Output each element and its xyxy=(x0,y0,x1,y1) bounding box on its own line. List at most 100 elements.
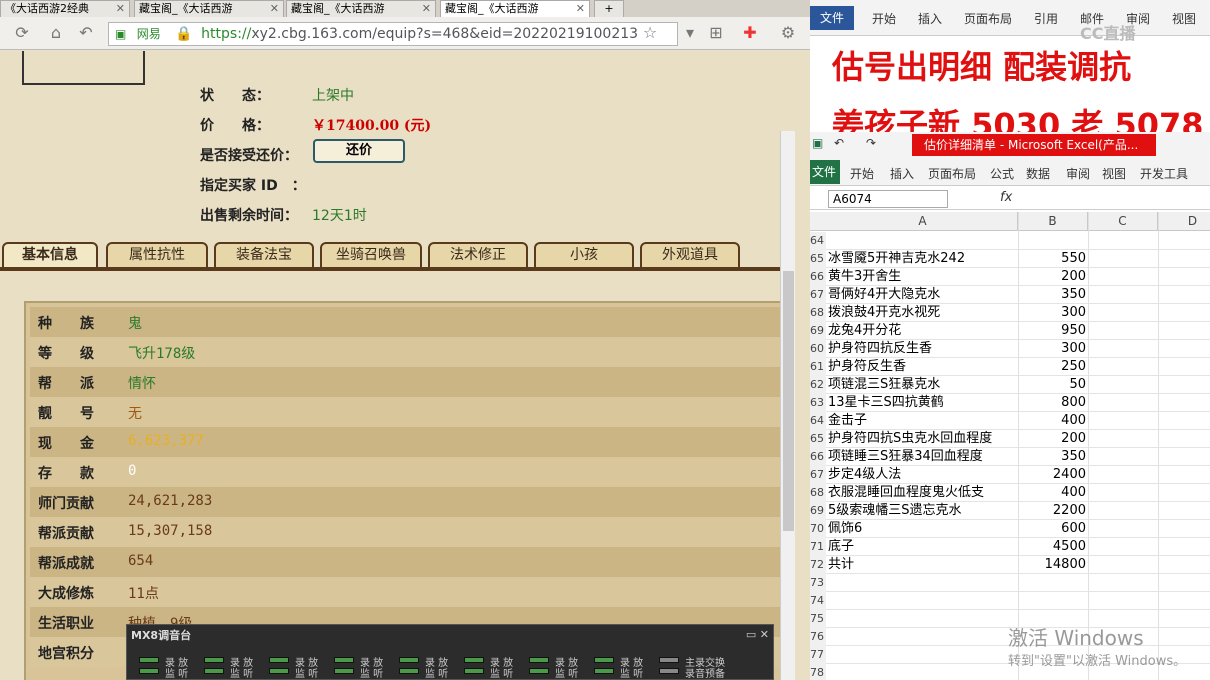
sheet-row[interactable]: 62 项链混三S狂暴克水 50 xyxy=(810,376,1210,394)
star-icon[interactable]: ☆ xyxy=(640,23,660,43)
new-tab-button[interactable]: + xyxy=(594,0,624,17)
browser-tab-4[interactable]: 藏宝阁_《大话西游 ✕ xyxy=(440,0,590,17)
cell-a[interactable]: 冰雪魇5开神吉克水242 xyxy=(828,250,965,268)
undo-icon[interactable]: ↶ xyxy=(834,136,844,150)
row-number[interactable]: 67 xyxy=(810,286,826,304)
cell-b[interactable]: 800 xyxy=(1018,394,1086,412)
cell-b[interactable]: 350 xyxy=(1018,448,1086,466)
mixer-channel[interactable]: 录 放监 听 xyxy=(460,655,524,680)
tab-spell-correction[interactable]: 法术修正 xyxy=(428,242,528,269)
row-number[interactable]: 71 xyxy=(810,538,826,556)
tab-review[interactable]: 审阅 xyxy=(1066,165,1090,182)
cell-a[interactable]: 拨浪鼓4开克水视死 xyxy=(828,304,940,322)
mixer-channel[interactable]: 录 放监 听 xyxy=(200,655,264,680)
tab-home[interactable]: 开始 xyxy=(872,10,896,27)
close-icon[interactable]: ✕ xyxy=(270,1,279,17)
tab-mounts-pets[interactable]: 坐骑召唤兽 xyxy=(320,242,422,269)
row-number[interactable]: 66 xyxy=(810,268,826,286)
sheet-row[interactable]: 70 佩饰6 600 xyxy=(810,520,1210,538)
sheet-row[interactable]: 68 拨浪鼓4开克水视死 300 xyxy=(810,304,1210,322)
sheet-row[interactable]: 74 xyxy=(810,592,1210,610)
row-number[interactable]: 68 xyxy=(810,304,826,322)
cell-b[interactable]: 950 xyxy=(1018,322,1086,340)
cell-b[interactable]: 200 xyxy=(1018,430,1086,448)
back-icon[interactable]: ↶ xyxy=(76,23,96,43)
cell-a[interactable]: 佩饰6 xyxy=(828,520,862,538)
cell-b[interactable]: 50 xyxy=(1018,376,1086,394)
row-number[interactable]: 65 xyxy=(810,430,826,448)
sheet-row[interactable]: 63 13星卡三S四抗黄鹤 800 xyxy=(810,394,1210,412)
mixer-channel[interactable]: 录 放监 听 xyxy=(135,655,199,680)
cell-b[interactable]: 350 xyxy=(1018,286,1086,304)
cell-b[interactable]: 300 xyxy=(1018,340,1086,358)
tab-page-layout[interactable]: 页面布局 xyxy=(928,165,976,182)
tab-data[interactable]: 数据 xyxy=(1026,165,1050,182)
browser-tab-3[interactable]: 藏宝阁_《大话西游 ✕ xyxy=(286,0,436,17)
column-header-d[interactable]: D xyxy=(1158,212,1210,231)
cell-a[interactable]: 金击子 xyxy=(828,412,867,430)
sheet-row[interactable]: 69 5级索魂幡三S遗忘克水 2200 xyxy=(810,502,1210,520)
sheet-row[interactable]: 68 衣服混睡回血程度鬼火低支 400 xyxy=(810,484,1210,502)
sheet-row[interactable]: 65 冰雪魇5开神吉克水242 550 xyxy=(810,250,1210,268)
cell-a[interactable]: 龙兔4开分花 xyxy=(828,322,901,340)
cell-b[interactable]: 300 xyxy=(1018,304,1086,322)
mixer-channel[interactable]: 录 放监 听 xyxy=(265,655,329,680)
row-number[interactable]: 63 xyxy=(810,394,826,412)
column-header-c[interactable]: C xyxy=(1088,212,1158,231)
wrench-icon[interactable]: ⚙ xyxy=(778,23,798,43)
window-buttons[interactable]: ▭ ✕ xyxy=(746,628,769,641)
home-icon[interactable]: ⌂ xyxy=(46,23,66,43)
sheet-row[interactable]: 67 步定4级人法 2400 xyxy=(810,466,1210,484)
cell-a[interactable]: 衣服混睡回血程度鬼火低支 xyxy=(828,484,984,502)
sheet-row[interactable]: 66 黄牛3开舍生 200 xyxy=(810,268,1210,286)
row-number[interactable]: 69 xyxy=(810,502,826,520)
sheet-row[interactable]: 67 哥俩好4开大隐克水 350 xyxy=(810,286,1210,304)
cell-b[interactable]: 2200 xyxy=(1018,502,1086,520)
mixer-channel[interactable]: 录 放监 听 xyxy=(330,655,394,680)
tab-view[interactable]: 视图 xyxy=(1102,165,1126,182)
tab-appearance[interactable]: 外观道具 xyxy=(640,242,740,269)
browser-tab-1[interactable]: 《大话西游2经典 ✕ xyxy=(0,0,130,17)
sheet-row[interactable]: 61 护身符反生香 250 xyxy=(810,358,1210,376)
mixer-master[interactable]: 主录交换 录音预备 xyxy=(655,655,765,680)
row-number[interactable]: 61 xyxy=(810,358,826,376)
counter-offer-button[interactable]: 还价 xyxy=(313,139,405,163)
cell-b[interactable]: 2400 xyxy=(1018,466,1086,484)
sheet-row[interactable]: 71 底子 4500 xyxy=(810,538,1210,556)
name-box[interactable]: A6074 xyxy=(828,190,948,208)
tab-developer[interactable]: 开发工具 xyxy=(1140,165,1188,182)
scrollbar-thumb[interactable] xyxy=(783,271,794,531)
row-number[interactable]: 65 xyxy=(810,250,826,268)
row-number[interactable]: 62 xyxy=(810,376,826,394)
mixer-channel[interactable]: 录 放监 听 xyxy=(590,655,654,680)
cell-b[interactable]: 400 xyxy=(1018,412,1086,430)
cell-a[interactable]: 项链睡三S狂暴34回血程度 xyxy=(828,448,983,466)
cell-a[interactable]: 13星卡三S四抗黄鹤 xyxy=(828,394,944,412)
sheet-row[interactable]: 69 龙兔4开分花 950 xyxy=(810,322,1210,340)
cell-a[interactable]: 底子 xyxy=(828,538,854,556)
close-icon[interactable]: ✕ xyxy=(422,1,431,17)
row-number[interactable]: 72 xyxy=(810,556,826,574)
row-number[interactable]: 78 xyxy=(810,664,826,680)
row-number[interactable]: 67 xyxy=(810,466,826,484)
row-number[interactable]: 73 xyxy=(810,574,826,592)
cell-a[interactable]: 项链混三S狂暴克水 xyxy=(828,376,940,394)
column-header-b[interactable]: B xyxy=(1018,212,1088,231)
cell-b[interactable]: 400 xyxy=(1018,484,1086,502)
cell-a[interactable]: 护身符四抗反生香 xyxy=(828,340,932,358)
file-tab[interactable]: 文件 xyxy=(810,6,854,30)
sheet-row[interactable]: 66 项链睡三S狂暴34回血程度 350 xyxy=(810,448,1210,466)
sheet-row[interactable]: 72 共计 14800 xyxy=(810,556,1210,574)
file-tab[interactable]: 文件 xyxy=(810,160,840,184)
row-number[interactable]: 69 xyxy=(810,322,826,340)
cell-b[interactable]: 600 xyxy=(1018,520,1086,538)
mixer-channel[interactable]: 录 放监 听 xyxy=(525,655,589,680)
chevron-down-icon[interactable]: ▾ xyxy=(680,23,700,43)
row-number[interactable]: 75 xyxy=(810,610,826,628)
row-number[interactable]: 66 xyxy=(810,448,826,466)
cell-a[interactable]: 黄牛3开舍生 xyxy=(828,268,901,286)
cell-a[interactable]: 共计 xyxy=(828,556,854,574)
sheet-row[interactable]: 73 xyxy=(810,574,1210,592)
tab-basic-info[interactable]: 基本信息 xyxy=(2,242,98,269)
column-header-a[interactable]: A xyxy=(828,212,1018,231)
